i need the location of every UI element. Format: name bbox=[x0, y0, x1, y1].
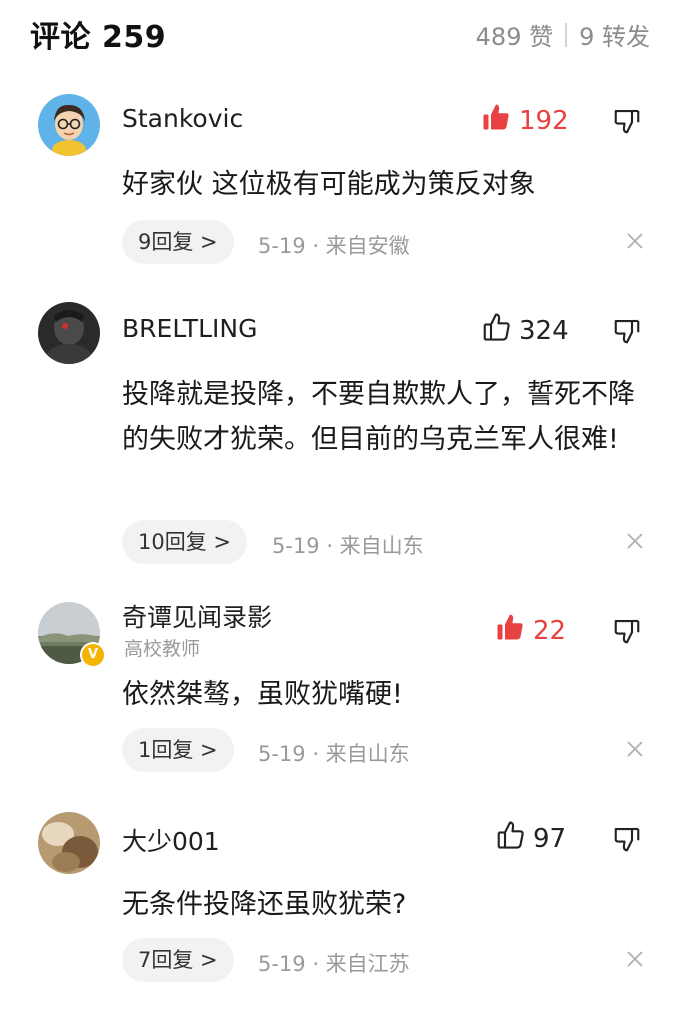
close-icon[interactable] bbox=[626, 740, 644, 762]
dark-figure-avatar-icon[interactable] bbox=[38, 302, 100, 364]
thumbs-up-icon bbox=[481, 312, 511, 349]
comment-username[interactable]: BRELTLING bbox=[122, 314, 257, 343]
replies-button[interactable]: 10回复 > bbox=[122, 520, 247, 564]
thumbs-down-icon[interactable] bbox=[612, 824, 642, 858]
comment-text: 无条件投降还虽败犹荣? bbox=[122, 889, 407, 920]
like-button[interactable]: 324 bbox=[481, 312, 569, 349]
verified-badge: V bbox=[80, 642, 106, 668]
like-button[interactable]: 97 bbox=[495, 820, 566, 857]
like-count: 97 bbox=[533, 823, 567, 854]
comment-username[interactable]: 大少001 bbox=[122, 822, 220, 858]
comment-meta: 5-19 · 来自安徽 bbox=[258, 234, 410, 258]
comment-text: 好家伙 这位极有可能成为策反对象 bbox=[122, 169, 536, 200]
forwards-count[interactable]: 9 转发 bbox=[579, 17, 650, 52]
replies-button[interactable]: 7回复 > bbox=[122, 938, 234, 982]
like-button[interactable]: 22 bbox=[495, 612, 566, 649]
comment-meta: 5-19 · 来自山东 bbox=[272, 534, 424, 558]
comment-meta: 5-19 · 来自山东 bbox=[258, 742, 410, 766]
comments-title: 评论 259 bbox=[30, 20, 167, 55]
close-icon[interactable] bbox=[626, 232, 644, 254]
comment-item: 大少001 97 无条件投降还虽败犹荣? 7回复 > 5-19 · 来自江苏 bbox=[0, 806, 690, 1002]
thumbs-up-filled-icon bbox=[495, 612, 525, 649]
comment-item: BRELTLING 324 投降就是投降，不要自欺欺人了，誓死不降的失败才犹荣。… bbox=[0, 296, 690, 586]
replies-button[interactable]: 1回复 > bbox=[122, 728, 234, 772]
thumbs-down-icon[interactable] bbox=[612, 316, 642, 350]
comments-header: 评论 259 489 赞 9 转发 bbox=[0, 0, 690, 70]
comment-item: Stankovic 192 好家伙 这位极有可能成为策反对象 9回复 > 5-1… bbox=[0, 88, 690, 278]
likes-count[interactable]: 489 赞 bbox=[476, 17, 553, 52]
like-count: 22 bbox=[533, 615, 567, 646]
comment-text: 投降就是投降，不要自欺欺人了，誓死不降的失败才犹荣。但目前的乌克兰军人很难! bbox=[122, 379, 635, 455]
close-icon[interactable] bbox=[626, 950, 644, 972]
post-stats: 489 赞 9 转发 bbox=[476, 17, 650, 52]
close-icon[interactable] bbox=[626, 532, 644, 554]
thumbs-up-icon bbox=[495, 820, 525, 857]
replies-button[interactable]: 9回复 > bbox=[122, 220, 234, 264]
thumbs-down-icon[interactable] bbox=[612, 616, 642, 650]
stats-divider bbox=[565, 22, 568, 47]
like-button[interactable]: 192 bbox=[481, 102, 569, 139]
cartoon-avatar-icon[interactable] bbox=[38, 94, 100, 156]
thumbs-down-icon[interactable] bbox=[612, 106, 642, 140]
thumbs-up-filled-icon bbox=[481, 102, 511, 139]
user-title: 高校教师 bbox=[124, 638, 201, 660]
comment-username[interactable]: Stankovic bbox=[122, 104, 243, 133]
comment-meta: 5-19 · 来自江苏 bbox=[258, 952, 410, 976]
comment-item: V 奇谭见闻录影 高校教师 22 依然桀骜，虽败犹嘴硬! 1回复 > 5-19 … bbox=[0, 594, 690, 790]
like-count: 192 bbox=[519, 105, 569, 136]
like-count: 324 bbox=[519, 315, 569, 346]
comment-username[interactable]: 奇谭见闻录影 bbox=[122, 598, 272, 634]
comment-text: 依然桀骜，虽败犹嘴硬! bbox=[122, 679, 403, 710]
photo-avatar-icon[interactable] bbox=[38, 812, 100, 874]
